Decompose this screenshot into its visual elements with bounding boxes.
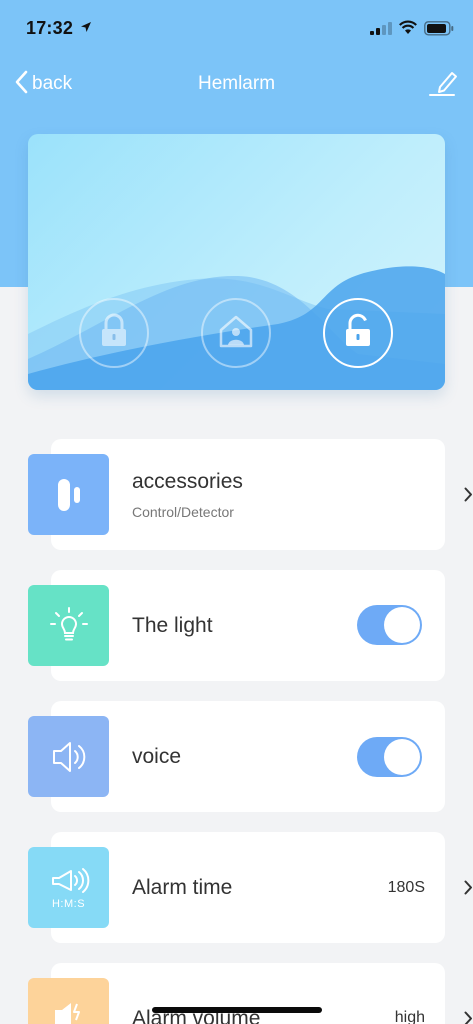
light-toggle[interactable] (357, 605, 422, 645)
toggle-knob (384, 739, 420, 775)
chevron-right-icon (464, 880, 473, 900)
edit-button[interactable] (428, 70, 458, 103)
location-arrow-icon (80, 20, 92, 38)
alarm-time-title: Alarm time (132, 876, 233, 899)
accessories-title: accessories (132, 470, 243, 493)
wifi-icon (398, 20, 418, 40)
chevron-right-icon (464, 1011, 473, 1024)
toggle-knob (384, 607, 420, 643)
status-time: 17:32 (26, 18, 74, 38)
door-sensor-icon (28, 454, 109, 535)
nav-bar: back Hemlarm (0, 60, 473, 108)
light-title: The light (132, 614, 213, 637)
light-bulb-icon (28, 585, 109, 666)
lock-closed-icon (97, 313, 131, 354)
status-bar: 17:32 (0, 0, 473, 56)
battery-icon (424, 21, 454, 41)
disarm-mode-button[interactable] (323, 298, 393, 368)
speaker-icon (28, 716, 109, 797)
page-title: Hemlarm (197, 73, 276, 94)
voice-title: voice (132, 745, 182, 768)
volume-icon (28, 978, 109, 1024)
chevron-right-icon (464, 487, 473, 507)
home-user-icon (217, 313, 255, 354)
edit-pen-icon (428, 72, 458, 102)
accessories-subtitle: Control/Detector (132, 504, 234, 520)
arm-mode-button[interactable] (79, 298, 149, 368)
home-indicator (152, 1007, 322, 1013)
security-mode-card (28, 134, 445, 390)
home-mode-button[interactable] (201, 298, 271, 368)
alarm-time-icon-caption: H:M:S (51, 897, 86, 910)
alarm-time-value: 180S (387, 879, 425, 896)
signal-icon (370, 22, 392, 40)
lock-open-icon (341, 313, 375, 354)
megaphone-timer-icon: H:M:S (28, 847, 109, 928)
accessories-row[interactable] (51, 439, 472, 550)
voice-toggle[interactable] (357, 737, 422, 777)
alarm-time-row[interactable] (51, 832, 472, 943)
alarm-volume-value: high (394, 1009, 425, 1024)
